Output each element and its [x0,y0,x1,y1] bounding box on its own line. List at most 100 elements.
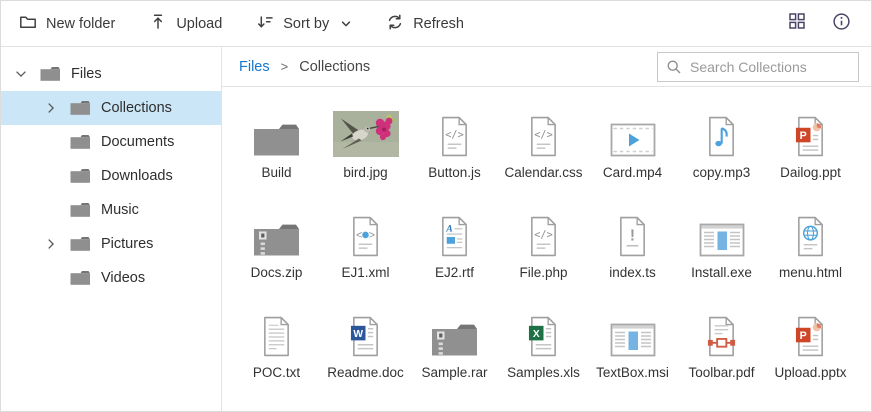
folder-icon [70,134,90,150]
details-button[interactable] [832,12,851,36]
file-item-button.js[interactable]: </> Button.js [410,97,499,197]
ppt-file-icon: P [794,300,827,357]
content-pane: Files>Collections Build bird.jpg</>Butto… [222,47,871,411]
xml-file-icon: <> [349,200,382,257]
file-item-index.ts[interactable]: !index.ts [588,197,677,297]
file-item-samples.xls[interactable]: X Samples.xls [499,297,588,397]
code-file-icon: </> [527,100,560,157]
svg-text:>: > [369,229,375,241]
folder-icon [70,270,90,286]
sort-icon [256,13,274,35]
breadcrumb-bar: Files>Collections [222,47,871,87]
file-name-label: bird.jpg [343,165,387,180]
app-body: FilesCollectionsDocumentsDownloadsMusicP… [1,47,871,411]
upload-button[interactable]: Upload [149,13,222,35]
tree-item-documents[interactable]: Documents [1,125,221,159]
file-name-label: Card.mp4 [603,165,662,180]
refresh-icon [386,13,404,35]
breadcrumb-separator: > [281,59,289,74]
new-folder-icon [19,13,37,35]
txt-file-icon [260,300,293,357]
chevron-right-icon[interactable] [43,236,70,252]
file-item-copy.mp3[interactable]: copy.mp3 [677,97,766,197]
chevron-down-icon[interactable] [13,66,40,82]
tree-item-files[interactable]: Files [1,57,221,91]
file-name-label: Docs.zip [251,265,303,280]
file-name-label: Dailog.ppt [780,165,841,180]
view-switch-button[interactable] [788,12,806,35]
svg-text:A: A [445,224,453,235]
svg-text:X: X [533,329,540,340]
folder-icon [70,236,90,252]
chevron-right-icon[interactable] [43,100,70,116]
file-name-label: Samples.xls [507,365,580,380]
svg-text:P: P [800,330,807,342]
file-item-build[interactable]: Build [232,97,321,197]
file-item-file.php[interactable]: </> File.php [499,197,588,297]
file-name-label: EJ1.xml [341,265,389,280]
tree-item-collections[interactable]: Collections [1,91,221,125]
xls-file-icon: X [527,300,560,357]
file-name-label: POC.txt [253,365,300,380]
search-input[interactable] [688,58,852,76]
tree-item-label: Music [101,202,139,218]
file-grid: Build bird.jpg </> Button.js </> Calendar.cs… [222,87,871,411]
file-manager: New folderUploadSort byRefresh FilesColl… [0,0,872,412]
upload-icon [149,13,167,35]
file-name-label: copy.mp3 [693,165,751,180]
file-item-menu.html[interactable]: menu.html [766,197,855,297]
folder-tree-sidebar: FilesCollections Documents Downloads Music P… [1,47,222,411]
file-name-label: Button.js [428,165,481,180]
search-box [657,52,859,82]
exe-file-icon [610,300,656,357]
file-item-sample.rar[interactable]: Sample.rar [410,297,499,397]
toolbar-button-label: Refresh [413,16,464,32]
file-name-label: Calendar.css [504,165,582,180]
file-item-upload.pptx[interactable]: P Upload.pptx [766,297,855,397]
sort-by-button[interactable]: Sort by [256,13,352,35]
info-icon [832,12,851,36]
file-item-dailog.ppt[interactable]: P Dailog.ppt [766,97,855,197]
svg-text:</>: </> [445,130,463,141]
file-item-ej2.rtf[interactable]: A EJ2.rtf [410,197,499,297]
tree-item-music[interactable]: Music [1,193,221,227]
tree-item-label: Videos [101,270,145,286]
svg-text:</>: </> [534,230,552,241]
tree-item-label: Pictures [101,236,153,252]
file-item-poc.txt[interactable]: POC.txt [232,297,321,397]
code-file-icon: </> [438,100,471,157]
breadcrumb: Files>Collections [239,59,370,75]
toolbar-button-label: Sort by [283,16,329,32]
new-folder-button[interactable]: New folder [19,13,115,35]
file-item-bird.jpg[interactable]: bird.jpg [321,97,410,197]
file-item-card.mp4[interactable]: Card.mp4 [588,97,677,197]
svg-text:</>: </> [534,130,552,141]
file-item-textbox.msi[interactable]: TextBox.msi [588,297,677,397]
video-file-icon [610,100,656,157]
file-item-install.exe[interactable]: Install.exe [677,197,766,297]
breadcrumb-item-files[interactable]: Files [239,59,270,75]
pdf-file-icon [705,300,738,357]
file-item-calendar.css[interactable]: </> Calendar.css [499,97,588,197]
file-name-label: EJ2.rtf [435,265,474,280]
tree-item-videos[interactable]: Videos [1,261,221,295]
folder-icon [40,66,60,82]
file-item-readme.doc[interactable]: WReadme.doc [321,297,410,397]
file-item-ej1.xml[interactable]: <>EJ1.xml [321,197,410,297]
archive-file-icon [253,200,300,257]
toolbar-right-buttons [788,12,851,36]
svg-text:<: < [356,229,362,241]
ppt-file-icon: P [794,100,827,157]
tree-item-label: Downloads [101,168,173,184]
tree-item-downloads[interactable]: Downloads [1,159,221,193]
file-item-toolbar.pdf[interactable]: Toolbar.pdf [677,297,766,397]
refresh-button[interactable]: Refresh [386,13,464,35]
tree-item-label: Documents [101,134,174,150]
file-item-docs.zip[interactable]: Docs.zip [232,197,321,297]
file-name-label: File.php [519,265,567,280]
file-name-label: menu.html [779,265,842,280]
folder-icon [70,202,90,218]
file-name-label: index.ts [609,265,656,280]
tree-item-pictures[interactable]: Pictures [1,227,221,261]
file-name-label: Upload.pptx [774,365,846,380]
